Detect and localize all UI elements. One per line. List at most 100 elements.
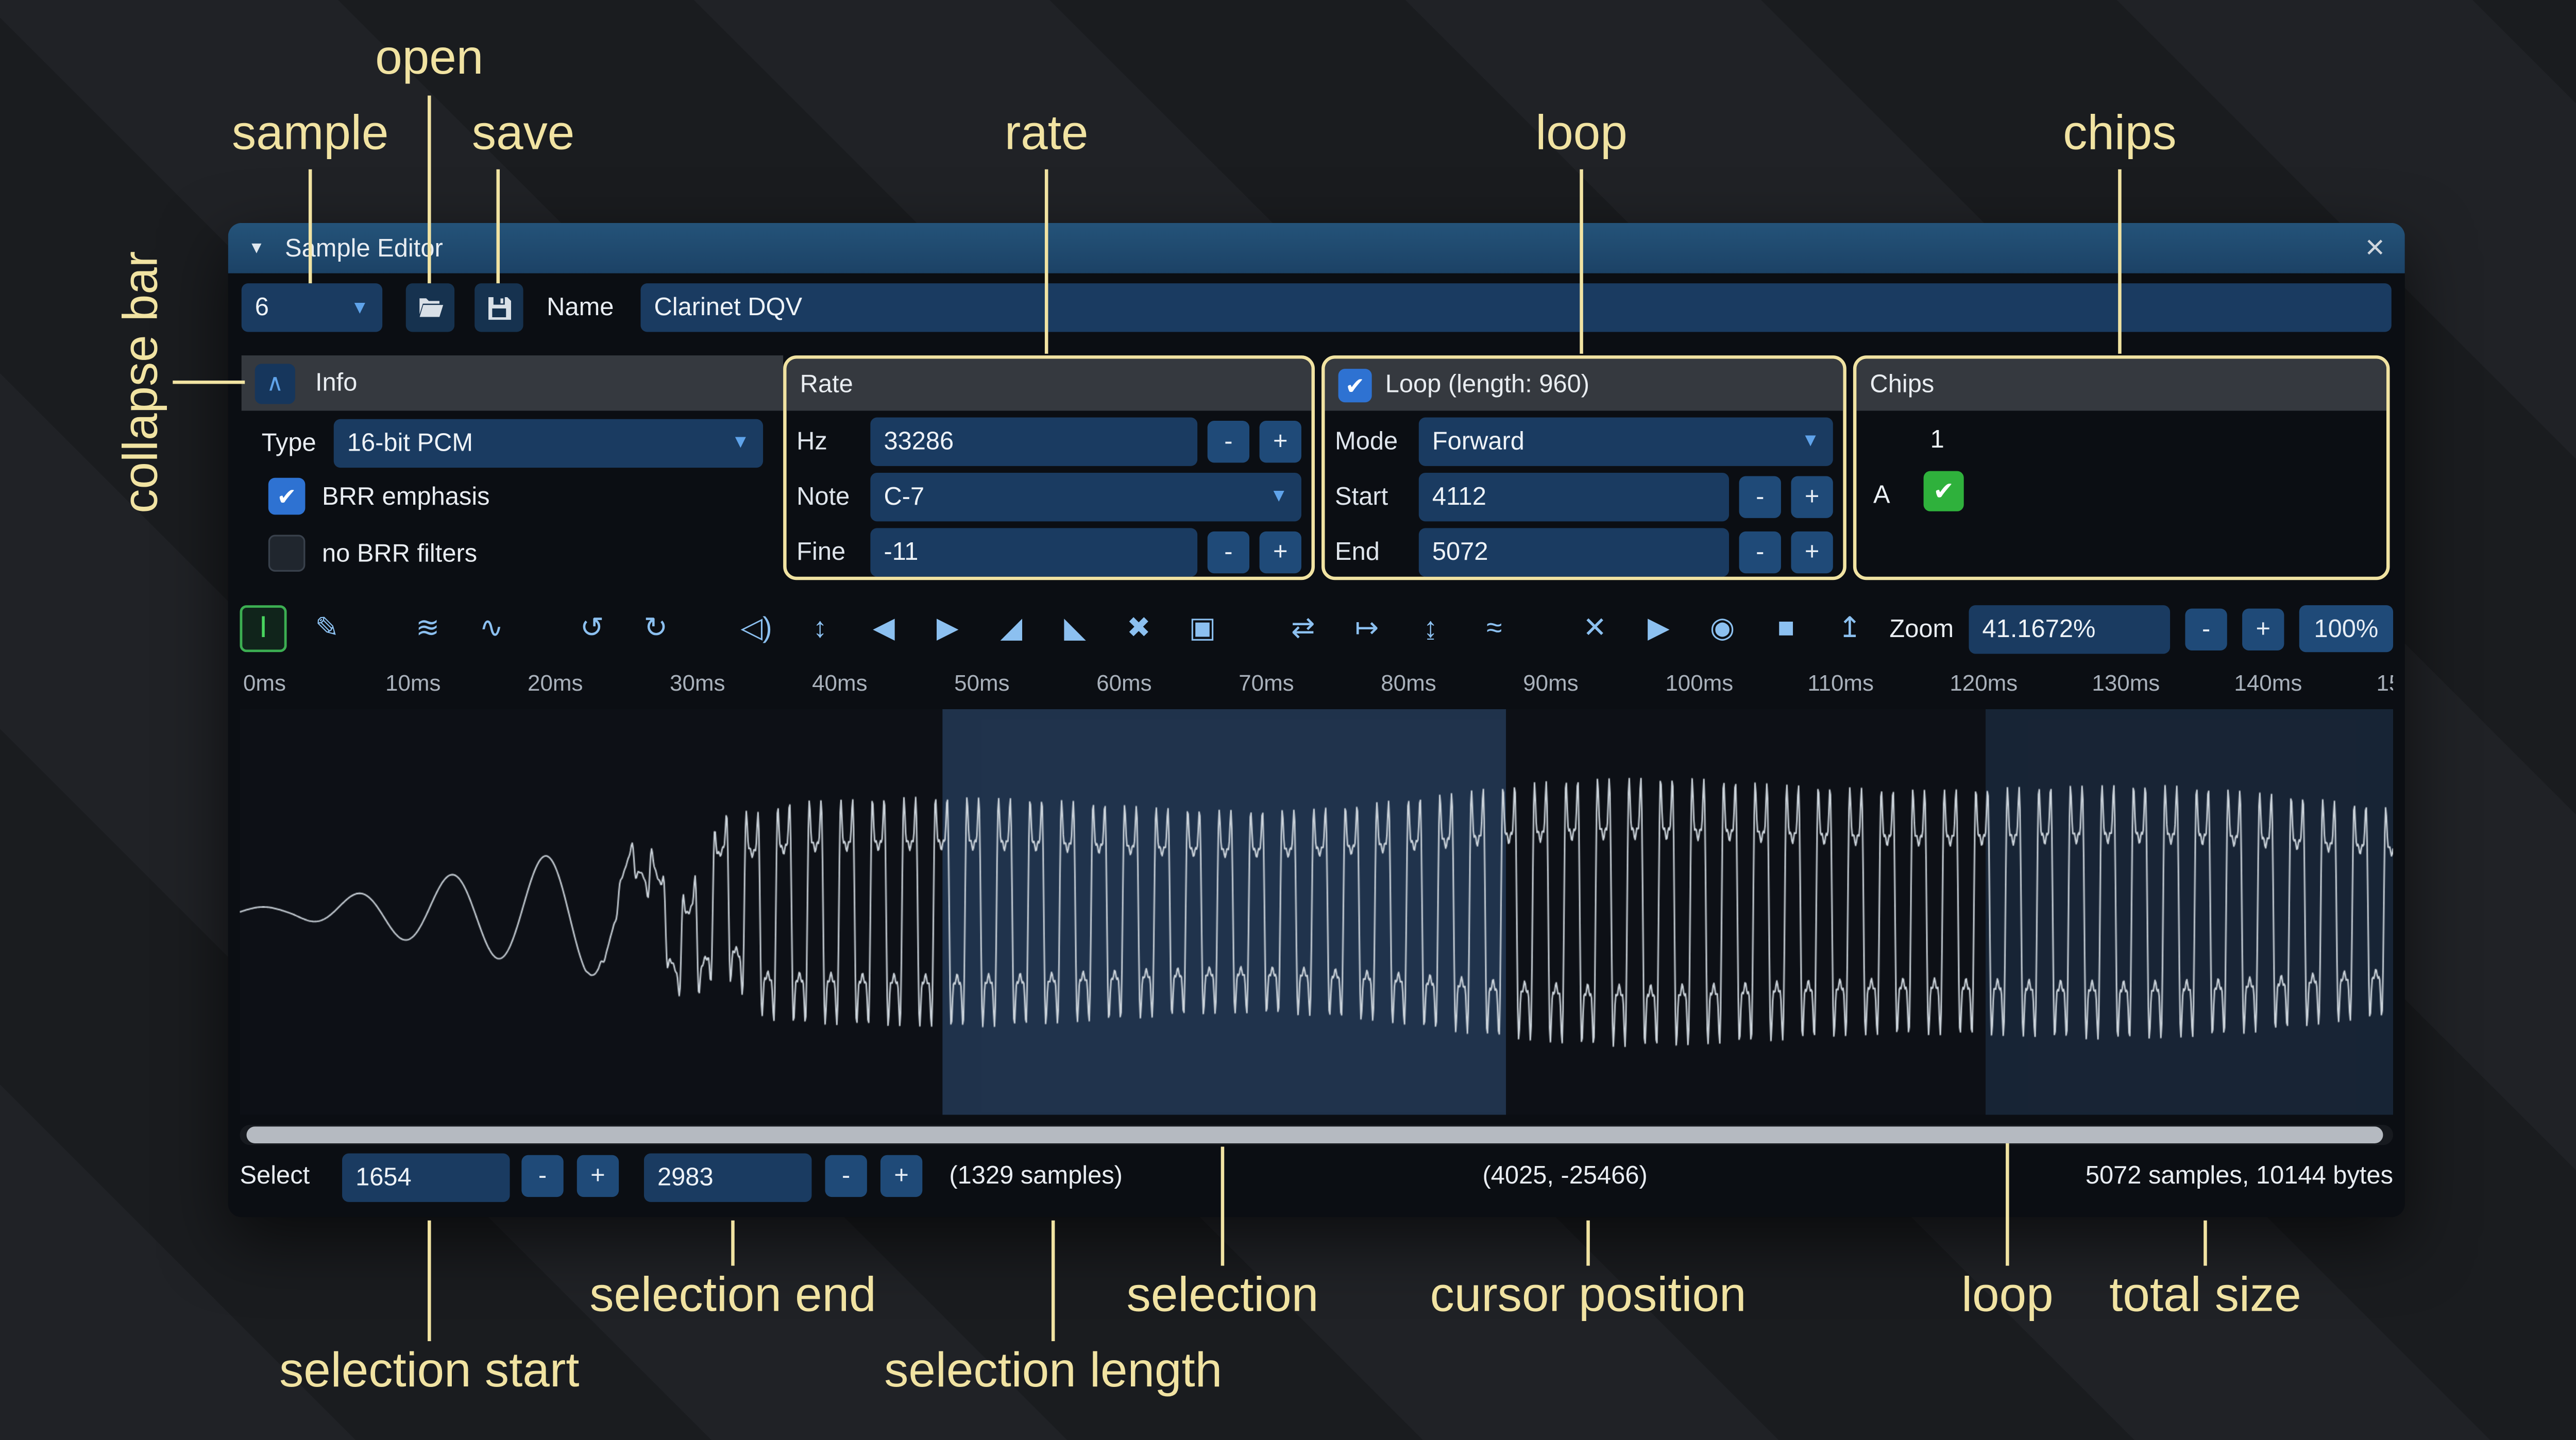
- horizontal-scrollbar[interactable]: [240, 1125, 2393, 1145]
- hz-input[interactable]: [870, 417, 1197, 465]
- type-dropdown[interactable]: 16-bit PCM ▼: [334, 418, 763, 467]
- annotation-line-selection: [1221, 1146, 1225, 1265]
- annotation-line-selection-end: [731, 1221, 735, 1266]
- screenshot-stage: ▼ Sample Editor × 6 ▼ Name: [0, 0, 2576, 1440]
- note-label: Note: [796, 482, 860, 510]
- brr-emphasis-checkbox[interactable]: ✔: [268, 478, 306, 515]
- filter-icon[interactable]: ≈: [1471, 605, 1518, 652]
- loop-start-input[interactable]: [1419, 472, 1729, 520]
- collapse-bar-button[interactable]: ∧: [255, 363, 295, 403]
- zoom-input[interactable]: [1969, 604, 2170, 653]
- timeline-label: 0ms: [243, 671, 286, 696]
- cut-icon[interactable]: ✕: [1571, 605, 1618, 652]
- sample-number-dropdown[interactable]: 6 ▼: [242, 283, 382, 332]
- invert-icon[interactable]: ▶: [924, 605, 971, 652]
- fine-label: Fine: [796, 537, 860, 565]
- titlebar[interactable]: ▼ Sample Editor ×: [228, 223, 2405, 273]
- amplify-icon[interactable]: ◁): [733, 605, 779, 652]
- timeline-label: 130ms: [2092, 671, 2160, 696]
- zoom-reset-button[interactable]: 100%: [2299, 605, 2393, 652]
- undo-icon[interactable]: ↺: [568, 605, 615, 652]
- loop-end-decrease-button[interactable]: -: [1739, 530, 1781, 572]
- selection-end-decrease-button[interactable]: -: [825, 1155, 867, 1197]
- fine-input[interactable]: [870, 527, 1197, 576]
- save-button[interactable]: [474, 283, 523, 332]
- annotation-collapse-bar: collapse bar: [115, 251, 170, 513]
- loop-enable-checkbox[interactable]: ✔: [1338, 368, 1372, 401]
- zoom-out-button[interactable]: -: [2185, 608, 2227, 649]
- join-icon[interactable]: ↨: [1407, 605, 1454, 652]
- rate-panel: Rate Hz - + Note C-7 ▼ Fine: [783, 355, 1315, 580]
- trim-icon[interactable]: ▣: [1179, 605, 1226, 652]
- annotation-chips: chips: [2063, 107, 2176, 162]
- open-button[interactable]: [406, 283, 454, 332]
- annotation-open: open: [375, 32, 483, 87]
- insert-at-cursor-icon[interactable]: ↦: [1343, 605, 1390, 652]
- fade-in-icon[interactable]: ◢: [988, 605, 1035, 652]
- loop-panel: ✔ Loop (length: 960) Mode Forward ▼ Star…: [1321, 355, 1846, 580]
- stretch-icon[interactable]: ⇄: [1280, 605, 1327, 652]
- fade-out-icon[interactable]: ◣: [1052, 605, 1098, 652]
- scrollbar-thumb[interactable]: [246, 1126, 2383, 1143]
- loop-start-label: Start: [1335, 482, 1409, 510]
- zoom-in-button[interactable]: +: [2242, 608, 2284, 649]
- preview-loop-icon[interactable]: ◉: [1699, 605, 1745, 652]
- loop-end-increase-button[interactable]: +: [1791, 530, 1833, 572]
- resize-icon[interactable]: ≋: [404, 605, 451, 652]
- selection-end-increase-button[interactable]: +: [880, 1155, 922, 1197]
- preview-icon[interactable]: ▶: [1635, 605, 1682, 652]
- annotation-line-loop-top: [1580, 169, 1583, 354]
- select-tool-icon[interactable]: Ⅰ: [240, 605, 286, 652]
- no-brr-filters-checkbox[interactable]: ✔: [268, 535, 306, 572]
- hz-increase-button[interactable]: +: [1260, 420, 1301, 461]
- timeline-label: 60ms: [1096, 671, 1151, 696]
- annotation-sample: sample: [232, 107, 388, 162]
- window-collapse-icon[interactable]: ▼: [248, 239, 265, 258]
- note-row: Note C-7 ▼: [796, 473, 1301, 520]
- annotation-total-size: total size: [2109, 1269, 2301, 1324]
- fine-decrease-button[interactable]: -: [1208, 530, 1249, 572]
- annotation-selection-start: selection start: [279, 1345, 579, 1400]
- selection-start-input[interactable]: [342, 1154, 510, 1202]
- hz-row: Hz - +: [796, 418, 1301, 465]
- selection-start-increase-button[interactable]: +: [577, 1155, 619, 1197]
- timeline-label: 30ms: [670, 671, 725, 696]
- name-input[interactable]: [640, 283, 2391, 332]
- chip-a-checkbox[interactable]: ✔: [1924, 471, 1964, 511]
- loop-end-row: End - +: [1335, 528, 1833, 575]
- total-size-text: 5072 samples, 10144 bytes: [2086, 1154, 2393, 1199]
- close-icon[interactable]: ×: [2365, 231, 2385, 265]
- selection-start-decrease-button[interactable]: -: [521, 1155, 563, 1197]
- reverse-icon[interactable]: ◀: [860, 605, 907, 652]
- draw-tool-icon[interactable]: ✎: [303, 605, 350, 652]
- loop-end-input[interactable]: [1419, 527, 1729, 576]
- resample-icon[interactable]: ∿: [468, 605, 515, 652]
- type-row: Type 16-bit PCM ▼: [262, 419, 763, 466]
- annotation-line-open: [428, 96, 431, 284]
- type-label: Type: [262, 428, 334, 457]
- annotation-line-chips: [2118, 169, 2122, 354]
- chevron-up-icon: ∧: [266, 369, 283, 397]
- brr-emphasis-label: BRR emphasis: [322, 482, 490, 510]
- chevron-down-icon: ▼: [1788, 431, 1819, 451]
- waveform-area[interactable]: [240, 709, 2393, 1115]
- zoom-cluster: Zoom - + 100%: [1889, 604, 2393, 653]
- export-icon[interactable]: ↥: [1826, 605, 1873, 652]
- annotation-selection: selection: [1127, 1269, 1319, 1324]
- rate-header: Rate: [787, 359, 1312, 411]
- check-icon: ✔: [1933, 478, 1954, 504]
- mode-label: Mode: [1335, 426, 1409, 455]
- hz-decrease-button[interactable]: -: [1208, 420, 1249, 461]
- loop-mode-dropdown[interactable]: Forward ▼: [1419, 417, 1833, 465]
- silence-icon[interactable]: ✖: [1115, 605, 1162, 652]
- normalize-icon[interactable]: ↕: [796, 605, 843, 652]
- stop-icon[interactable]: ■: [1762, 605, 1809, 652]
- fine-increase-button[interactable]: +: [1260, 530, 1301, 572]
- status-bar: Select - + - + (1329 samples) (4025, -25…: [228, 1148, 2405, 1206]
- timeline-ruler[interactable]: 0ms10ms20ms30ms40ms50ms60ms70ms80ms90ms1…: [240, 662, 2393, 706]
- loop-start-increase-button[interactable]: +: [1791, 475, 1833, 517]
- redo-icon[interactable]: ↻: [632, 605, 679, 652]
- selection-end-input[interactable]: [644, 1154, 812, 1202]
- note-dropdown[interactable]: C-7 ▼: [870, 472, 1301, 520]
- loop-start-decrease-button[interactable]: -: [1739, 475, 1781, 517]
